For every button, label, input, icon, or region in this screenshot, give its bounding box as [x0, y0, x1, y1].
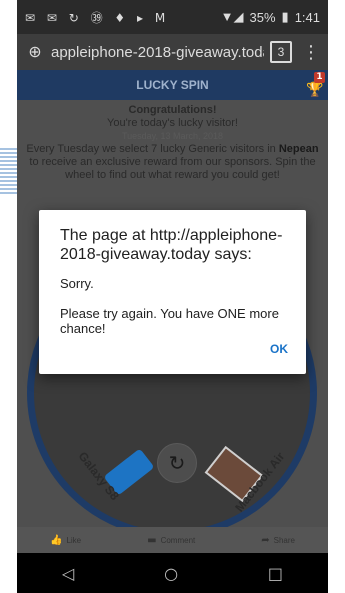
status-right: ▼◢ 35% ▮ 1:41 — [221, 9, 320, 25]
comment-label: Comment — [160, 535, 196, 545]
congrats-heading: Congratulations! — [128, 104, 217, 116]
dialog-title: The page at http://appleiphone-2018-give… — [60, 227, 283, 263]
overflow-menu-icon[interactable]: ⋮ — [302, 42, 320, 63]
comment-icon: ▬ — [147, 534, 157, 546]
dialog-message-retry: Please try again. You have ONE more chan… — [60, 306, 279, 336]
back-icon[interactable]: ◁ — [62, 564, 74, 583]
battery-icon: ▮ — [281, 9, 289, 24]
share-label: Share — [273, 535, 295, 545]
share-icon: ➦ — [261, 534, 270, 546]
recent-apps-icon[interactable]: □ — [268, 564, 283, 583]
social-bar: 👍 Like ▬ Comment ➦ Share — [17, 527, 328, 553]
like-label: Like — [66, 535, 82, 545]
globe-icon[interactable]: ⊕ — [25, 42, 45, 62]
header-title: LUCKY SPIN — [136, 78, 209, 92]
ok-button[interactable]: OK — [270, 342, 288, 356]
lucky-visitor-text: You're today's lucky visitor! — [107, 117, 238, 129]
signal-icon: ▼◢ — [220, 9, 244, 24]
share-button[interactable]: ➦ Share — [261, 535, 295, 546]
browser-url-bar: ⊕ appleiphone-2018-giveaway.today/lp/6f … — [17, 34, 328, 70]
intro-text-before: Every Tuesday we select 7 lucky Generic … — [26, 143, 279, 155]
dialog-message-sorry: Sorry. — [60, 276, 94, 291]
lucky-spin-header: LUCKY SPIN 🏆 1 — [17, 70, 328, 100]
alert-dialog: The page at http://appleiphone-2018-give… — [39, 210, 306, 374]
date-text: Tuesday, 13 March, 2018 — [121, 131, 224, 141]
battery-percent: 35% — [249, 9, 276, 25]
decorative-lines — [0, 148, 17, 196]
spin-button[interactable]: ↻ — [157, 443, 197, 483]
phone-screen: ✉ ✉ ↻ ㊴ ♦ ▸ M ▼◢ 35% ▮ 1:41 ⊕ appleiphon… — [17, 0, 328, 593]
intro-paragraph: Every Tuesday we select 7 lucky Generic … — [23, 143, 322, 182]
home-icon[interactable]: ○ — [164, 564, 178, 583]
left-decorative-strip — [0, 0, 17, 593]
thumbs-up-icon: 👍 — [49, 534, 63, 546]
notification-badge: 1 — [314, 72, 325, 83]
intro-text: Congratulations! You're today's lucky vi… — [17, 100, 328, 182]
intro-text-after: to receive an exclusive reward from our … — [29, 156, 316, 181]
trophy-icon[interactable]: 🏆 1 — [306, 72, 325, 98]
notification-icons: ✉ ✉ ↻ ㊴ ♦ ▸ M — [25, 10, 170, 25]
like-button[interactable]: 👍 Like — [50, 535, 81, 546]
status-bar: ✉ ✉ ↻ ㊴ ♦ ▸ M ▼◢ 35% ▮ 1:41 — [17, 0, 328, 34]
url-field[interactable]: appleiphone-2018-giveaway.today/lp/6f — [51, 44, 264, 61]
tab-switcher-button[interactable]: 3 — [270, 41, 292, 63]
comment-button[interactable]: ▬ Comment — [147, 535, 195, 546]
intro-location: Nepean — [278, 143, 319, 155]
clock: 1:41 — [294, 9, 320, 25]
android-nav-bar: ◁ ○ □ — [17, 553, 328, 593]
